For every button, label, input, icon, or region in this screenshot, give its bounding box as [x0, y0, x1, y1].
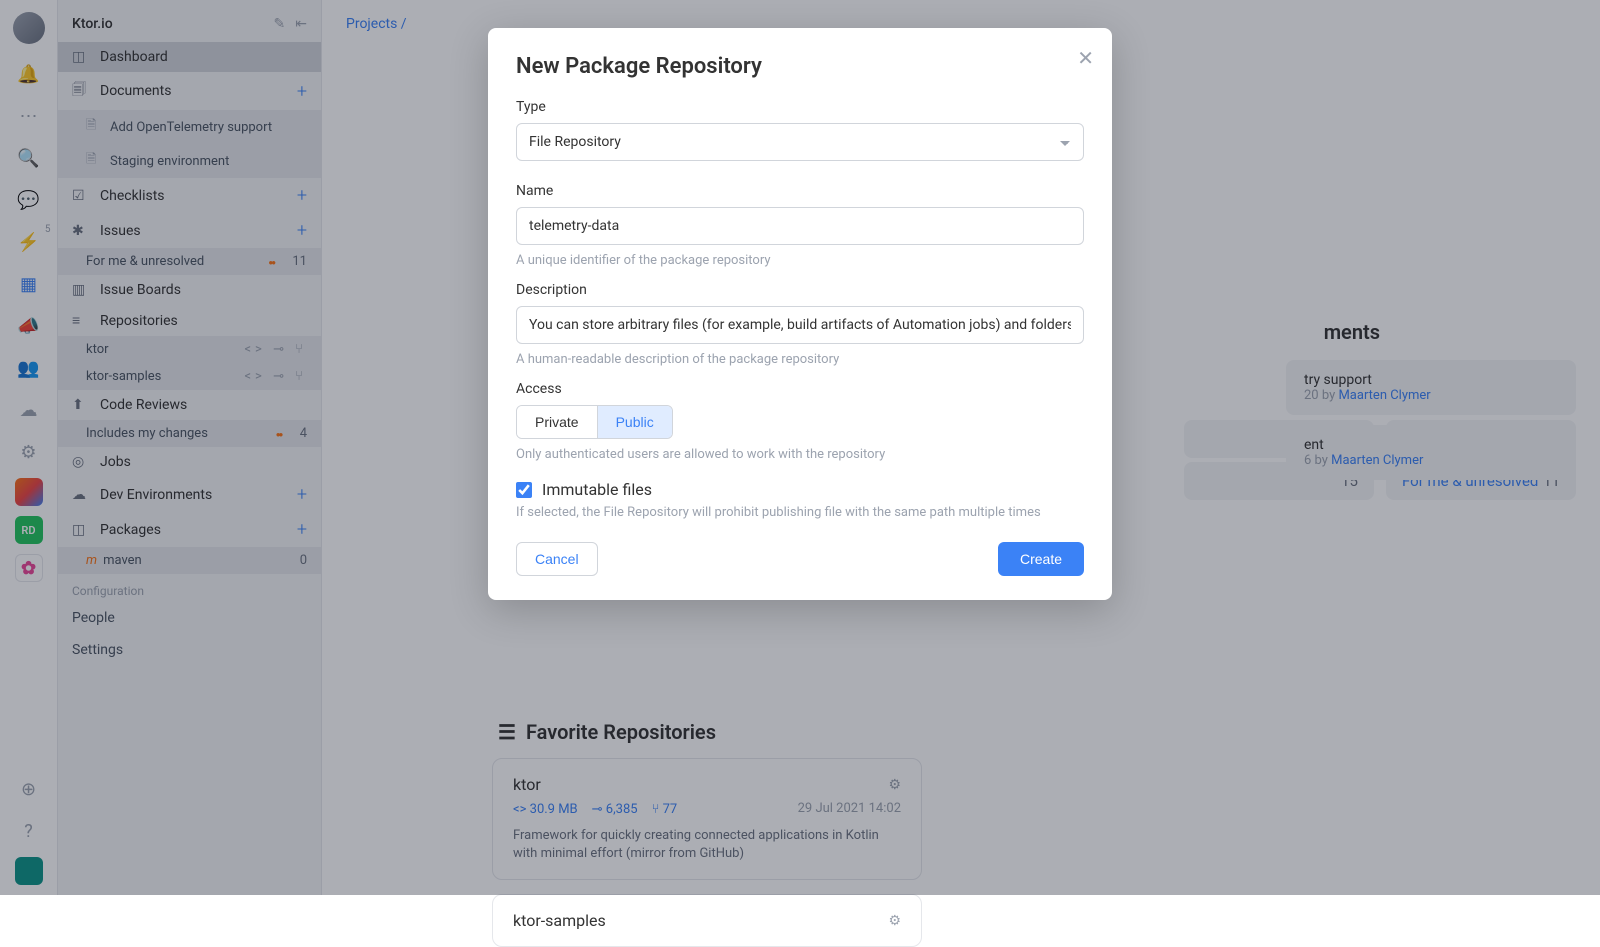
name-label: Name — [516, 183, 1084, 199]
immutable-label: Immutable files — [542, 480, 652, 499]
type-label: Type — [516, 99, 1084, 115]
create-button[interactable]: Create — [998, 542, 1084, 576]
gear-icon[interactable]: ⚙ — [888, 913, 901, 929]
name-help: A unique identifier of the package repos… — [516, 253, 1084, 268]
modal-overlay: ✕ New Package Repository Type File Repos… — [0, 0, 1600, 895]
immutable-help: If selected, the File Repository will pr… — [516, 505, 1084, 520]
modal-title: New Package Repository — [516, 54, 1084, 79]
immutable-checkbox-row[interactable]: Immutable files — [516, 480, 1084, 499]
cancel-button[interactable]: Cancel — [516, 542, 598, 576]
desc-help: A human-readable description of the pack… — [516, 352, 1084, 367]
desc-input[interactable] — [516, 306, 1084, 344]
access-public-button[interactable]: Public — [598, 406, 672, 438]
desc-label: Description — [516, 282, 1084, 298]
close-icon[interactable]: ✕ — [1077, 46, 1094, 70]
new-package-repo-modal: ✕ New Package Repository Type File Repos… — [488, 28, 1112, 600]
access-segmented: Private Public — [516, 405, 673, 439]
immutable-checkbox[interactable] — [516, 482, 532, 498]
name-input[interactable] — [516, 207, 1084, 245]
type-select[interactable]: File Repository — [516, 123, 1084, 161]
repo-card-ktor-samples[interactable]: ktor-samples⚙ — [492, 894, 922, 947]
access-private-button[interactable]: Private — [517, 406, 598, 438]
access-help: Only authenticated users are allowed to … — [516, 447, 1084, 462]
access-label: Access — [516, 381, 1084, 397]
